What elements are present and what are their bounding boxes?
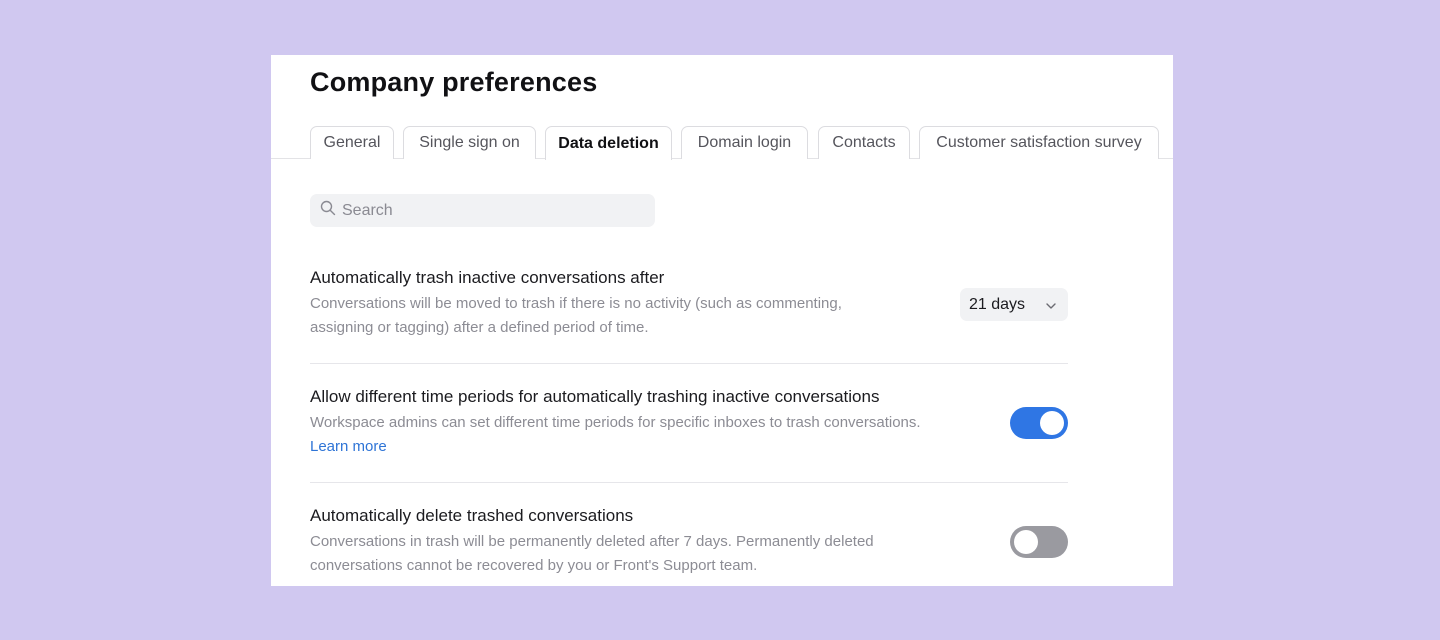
search-icon xyxy=(320,200,336,221)
setting-different-periods: Allow different time periods for automat… xyxy=(310,386,1068,459)
chevron-down-icon xyxy=(1045,299,1057,317)
tab-contacts[interactable]: Contacts xyxy=(818,126,910,159)
different-periods-toggle[interactable] xyxy=(1010,407,1068,439)
tab-general[interactable]: General xyxy=(310,126,394,159)
tab-domain-login[interactable]: Domain login xyxy=(681,126,808,159)
trash-period-value: 21 days xyxy=(969,295,1026,313)
setting-trash-inactive: Automatically trash inactive conversatio… xyxy=(310,267,1068,340)
divider xyxy=(310,363,1068,364)
tab-single-sign-on[interactable]: Single sign on xyxy=(403,126,536,159)
delete-trashed-toggle[interactable] xyxy=(1010,526,1068,558)
learn-more-link[interactable]: Learn more xyxy=(310,435,387,459)
setting-title: Automatically delete trashed conversatio… xyxy=(310,506,634,525)
setting-description: Workspace admins can set different time … xyxy=(310,414,921,431)
setting-title: Allow different time periods for automat… xyxy=(310,387,880,406)
page-title: Company preferences xyxy=(310,67,598,97)
company-preferences-panel: Company preferences General Single sign … xyxy=(271,55,1173,586)
tab-bar: General Single sign on Data deletion Dom… xyxy=(271,126,1173,160)
setting-delete-trashed: Automatically delete trashed conversatio… xyxy=(310,505,1068,578)
toggle-knob xyxy=(1040,411,1064,435)
setting-description: Conversations in trash will be permanent… xyxy=(310,533,874,574)
trash-period-select[interactable]: 21 days xyxy=(960,288,1068,321)
setting-description: Conversations will be moved to trash if … xyxy=(310,295,842,336)
divider xyxy=(310,482,1068,483)
setting-title: Automatically trash inactive conversatio… xyxy=(310,268,665,287)
search-input[interactable] xyxy=(342,201,642,220)
tab-customer-satisfaction-survey[interactable]: Customer satisfaction survey xyxy=(919,126,1159,159)
toggle-knob xyxy=(1014,530,1038,554)
tab-data-deletion[interactable]: Data deletion xyxy=(545,126,672,160)
search-box[interactable] xyxy=(310,194,655,227)
